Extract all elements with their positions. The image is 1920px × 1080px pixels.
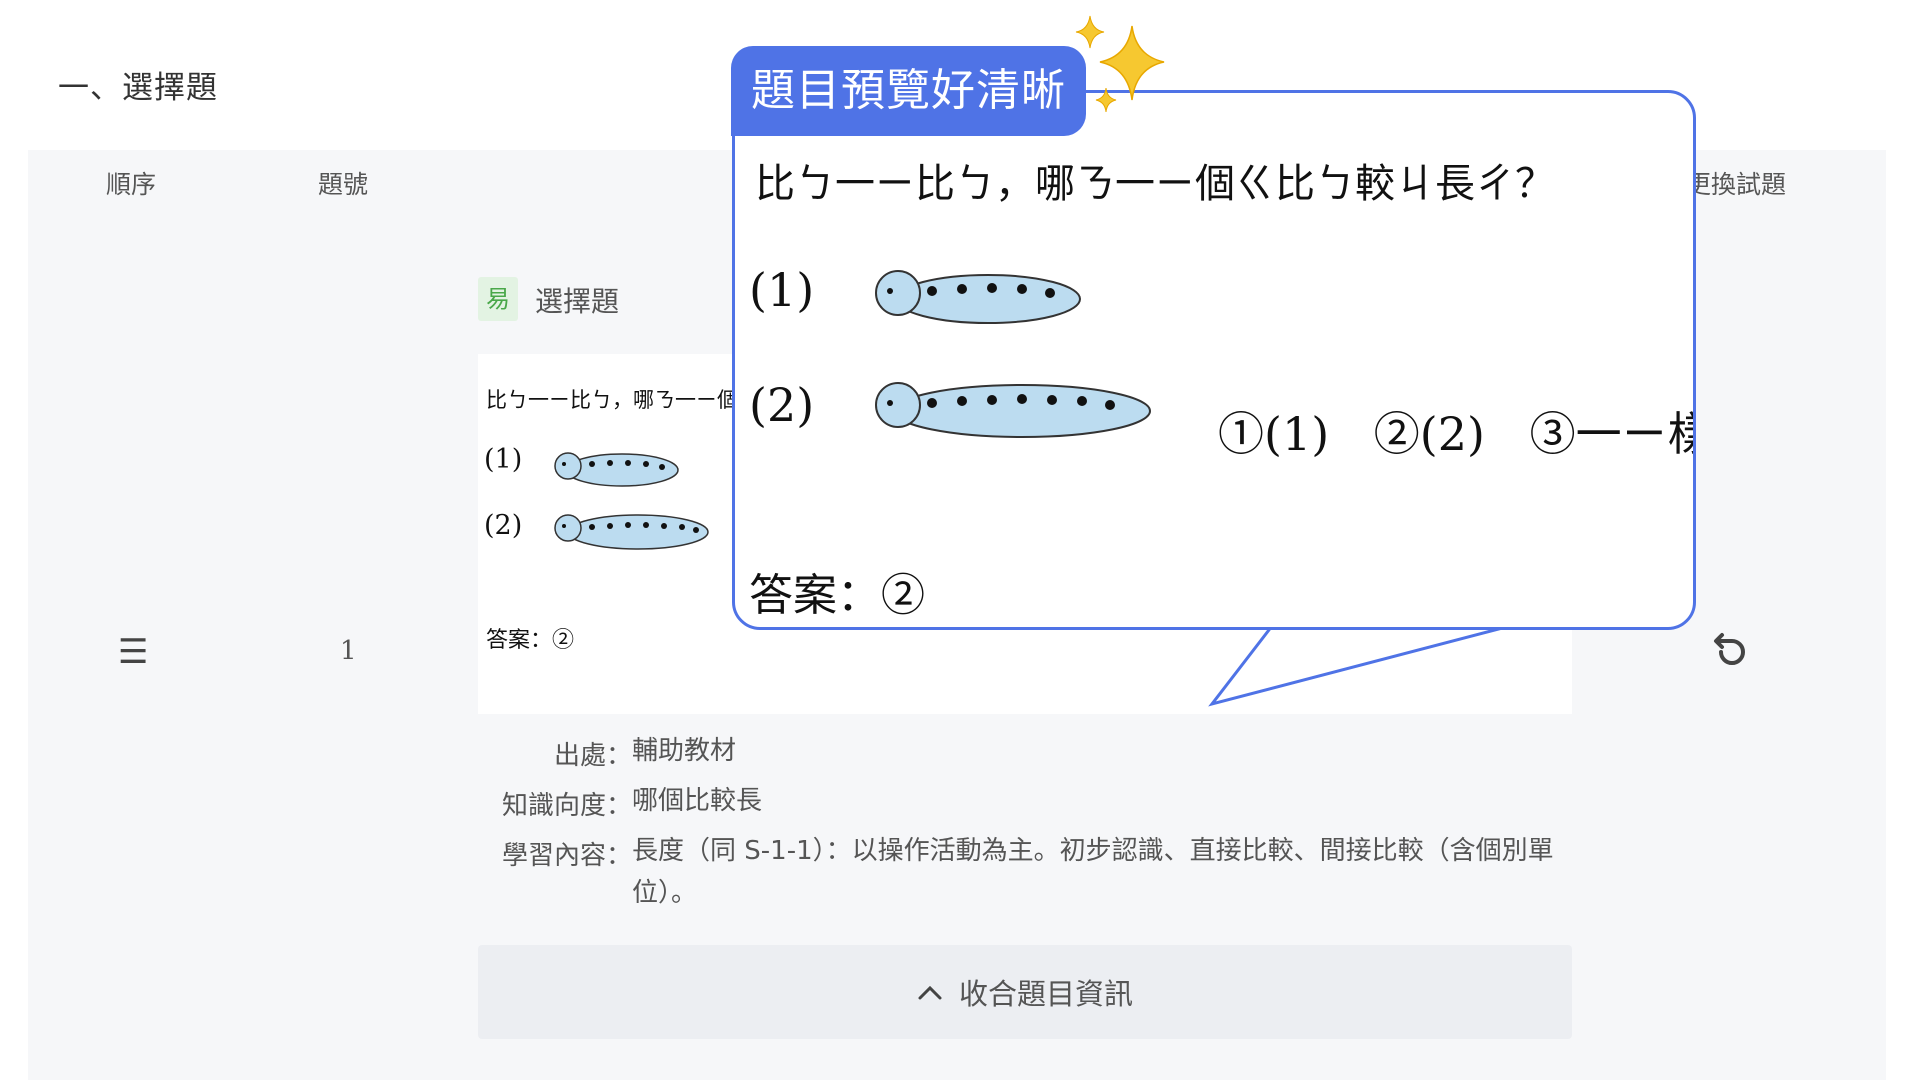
header-order: 順序 (106, 170, 157, 199)
option-2-label: (2) (484, 510, 523, 541)
preview-popup: 比ㄅ一ㄧ比ㄅ，哪ㄋ一ㄧ個ㄍ比ㄅ較ㄐ長ㄔ？ (1) (2) ①(1) ②(2) ③… (732, 90, 1696, 630)
popup-answer: 答案：② (749, 570, 925, 621)
source-value: 輔助教材 (632, 736, 737, 766)
section-title: 一、選擇題 (58, 70, 218, 106)
undo-icon[interactable] (1710, 625, 1750, 669)
popup-option-2-label: (2) (749, 378, 815, 432)
content-label: 學習內容： (501, 841, 632, 871)
caterpillar-image (875, 270, 1081, 324)
question-number: 1 (340, 636, 357, 666)
question-type: 選擇題 (535, 285, 620, 318)
popup-badge: 題目預覽好清晰 (731, 46, 1086, 136)
header-replace: 更換試題 (1686, 170, 1787, 199)
knowledge-label: 知識向度： (501, 791, 632, 821)
knowledge-value: 哪個比較長 (632, 786, 763, 816)
popup-question-stem: 比ㄅ一ㄧ比ㄅ，哪ㄋ一ㄧ個ㄍ比ㄅ較ㄐ長ㄔ？ (755, 161, 1555, 207)
collapse-info-button[interactable]: 收合題目資訊 (478, 945, 1572, 1039)
difficulty-badge: 易 (478, 277, 518, 321)
popup-choices: ①(1) ②(2) ③一ㄧ樣 (1218, 407, 1696, 461)
drag-handle-icon[interactable]: ☰ (118, 632, 148, 672)
content-value: 長度（同 S-1-1）：以操作活動為主。初步認識、直接比較、間接比較（含個別單位… (632, 836, 1554, 908)
header-number: 題號 (318, 170, 369, 199)
caterpillar-image (554, 452, 679, 487)
question-answer: 答案：② (486, 628, 575, 653)
caterpillar-image (554, 514, 709, 550)
source-label: 出處： (553, 741, 632, 771)
collapse-label: 收合題目資訊 (958, 977, 1133, 1011)
caterpillar-image (875, 382, 1151, 438)
option-1-label: (1) (484, 444, 523, 475)
callout-tail (1208, 626, 1514, 707)
popup-option-1-label: (1) (749, 263, 815, 317)
chevron-up-icon (918, 985, 942, 1000)
sparkle-icon (1075, 15, 1165, 113)
